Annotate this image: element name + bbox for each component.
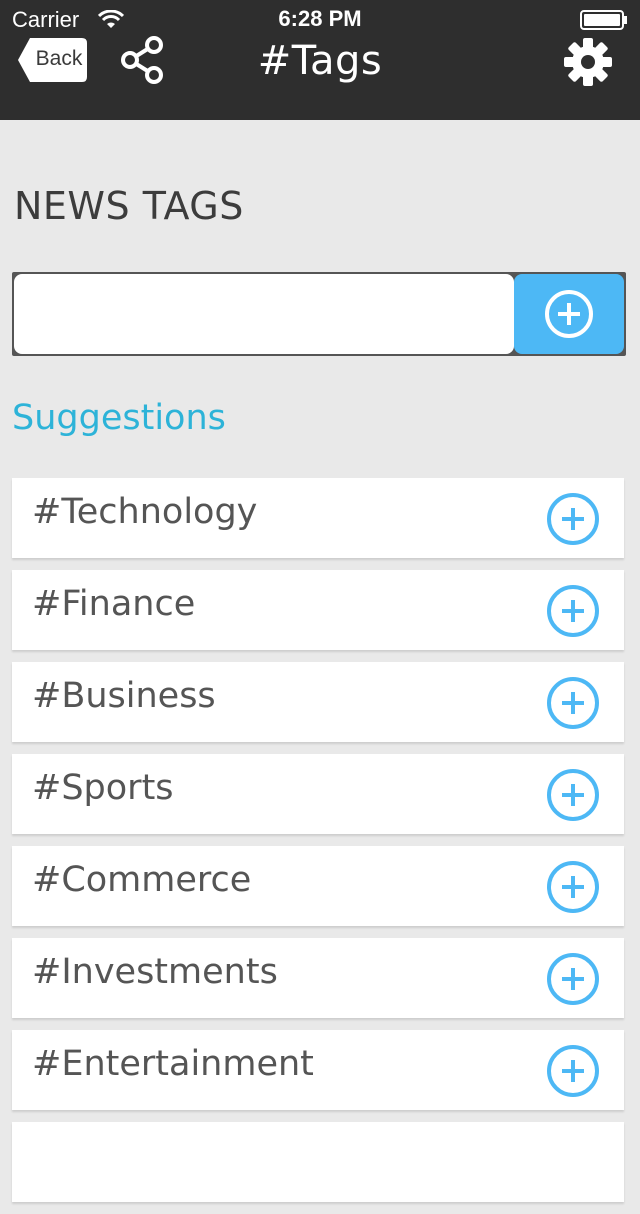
- add-suggestion-icon[interactable]: [546, 492, 600, 546]
- suggestions-label: Suggestions: [12, 398, 226, 438]
- add-tag-button[interactable]: [514, 274, 624, 354]
- suggestion-item-partial[interactable]: [12, 1122, 624, 1202]
- plus-circle-icon: [545, 290, 593, 338]
- status-time: 6:28 PM: [278, 6, 362, 31]
- section-heading: NEWS TAGS: [14, 184, 244, 228]
- suggestion-item-commerce[interactable]: #Commerce: [12, 846, 624, 926]
- suggestion-label: #Entertainment: [32, 1044, 314, 1084]
- suggestion-label: #Technology: [32, 492, 258, 532]
- suggestion-label: #Investments: [32, 952, 278, 992]
- battery-icon: [580, 10, 628, 30]
- suggestion-item-business[interactable]: #Business: [12, 662, 624, 742]
- suggestion-label: #Sports: [32, 768, 174, 808]
- suggestion-label: #Finance: [32, 584, 196, 624]
- tag-input[interactable]: [14, 274, 514, 354]
- suggestion-label: #Business: [32, 676, 216, 716]
- add-suggestion-icon[interactable]: [546, 584, 600, 638]
- add-suggestion-icon[interactable]: [546, 952, 600, 1006]
- suggestion-item-sports[interactable]: #Sports: [12, 754, 624, 834]
- add-suggestion-icon[interactable]: [546, 768, 600, 822]
- add-suggestion-icon[interactable]: [546, 860, 600, 914]
- suggestion-item-investments[interactable]: #Investments: [12, 938, 624, 1018]
- suggestion-list: #Technology #Finance #Business #Sports #…: [12, 478, 624, 1214]
- suggestion-item-technology[interactable]: #Technology: [12, 478, 624, 558]
- suggestion-label: #Commerce: [32, 860, 252, 900]
- tag-input-row: [12, 272, 626, 356]
- gear-icon[interactable]: [562, 36, 614, 88]
- add-suggestion-icon[interactable]: [546, 676, 600, 730]
- page-title: #Tags: [257, 38, 383, 84]
- status-bar: Carrier 6:28 PM: [0, 0, 640, 40]
- navigation-bar: Carrier 6:28 PM Back #Tags: [0, 0, 640, 120]
- add-suggestion-icon[interactable]: [546, 1044, 600, 1098]
- suggestion-item-entertainment[interactable]: #Entertainment: [12, 1030, 624, 1110]
- suggestion-item-finance[interactable]: #Finance: [12, 570, 624, 650]
